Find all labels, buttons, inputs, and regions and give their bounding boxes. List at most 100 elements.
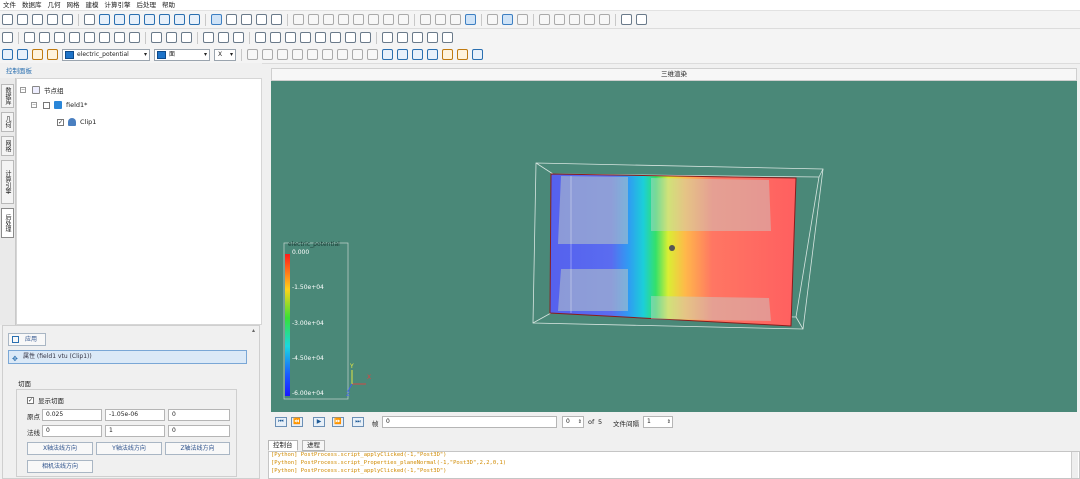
cylinder-icon[interactable] — [39, 32, 50, 43]
menu-help[interactable]: 帮助 — [159, 0, 178, 10]
pick-point-icon[interactable] — [226, 14, 237, 25]
scroll-up-icon[interactable]: ▴ — [252, 327, 259, 335]
sweep-icon[interactable] — [345, 32, 356, 43]
new-part-icon[interactable] — [2, 32, 13, 43]
display-points-icon[interactable] — [420, 14, 431, 25]
fillet-icon[interactable] — [151, 32, 162, 43]
mesh-element-icon[interactable] — [368, 14, 379, 25]
move-icon[interactable] — [270, 32, 281, 43]
calculator-icon[interactable] — [367, 49, 378, 60]
frame-field[interactable]: 0 — [382, 416, 557, 428]
vtab-solver[interactable]: 计算引擎 — [1, 160, 14, 204]
undo-icon[interactable] — [621, 14, 632, 25]
redo-icon[interactable] — [636, 14, 647, 25]
iso-surface-icon[interactable] — [352, 49, 363, 60]
cone-icon[interactable] — [54, 32, 65, 43]
box-select-body-icon[interactable] — [338, 14, 349, 25]
normal-z-field[interactable]: 0 — [168, 425, 230, 437]
rotate-icon[interactable] — [285, 32, 296, 43]
sketch-icon[interactable] — [412, 32, 423, 43]
color-map-icon[interactable] — [32, 49, 43, 60]
camera-normal-button[interactable]: 相机法线方向 — [27, 460, 93, 473]
normal-x-field[interactable]: 0 — [42, 425, 102, 437]
vtab-geometry[interactable]: 几何 — [1, 112, 14, 132]
vtab-mesh[interactable]: 网格 — [1, 136, 14, 156]
show-plane-checkbox[interactable]: ✓ — [27, 396, 34, 404]
menu-file[interactable]: 文件 — [0, 0, 19, 10]
script-icon[interactable] — [84, 14, 95, 25]
collapse-icon[interactable]: − — [20, 87, 26, 93]
display-mode-select[interactable]: 面 ▾ — [154, 48, 210, 61]
save-view-icon[interactable] — [17, 49, 28, 60]
cube-view-icon[interactable] — [539, 14, 550, 25]
first-frame-button[interactable]: ⏮ — [275, 417, 287, 427]
menu-solver[interactable]: 计算引擎 — [102, 0, 134, 10]
prev-frame-button[interactable]: ⏪ — [291, 417, 303, 427]
measure-icon[interactable] — [427, 32, 438, 43]
current-frame-spin[interactable]: 0 ⇕ — [562, 416, 584, 428]
split-icon[interactable] — [397, 32, 408, 43]
x-normal-button[interactable]: X轴法线方向 — [27, 442, 93, 455]
clip1-checkbox[interactable]: ✓ — [57, 118, 64, 126]
menu-mesh[interactable]: 网格 — [64, 0, 83, 10]
menu-geometry[interactable]: 几何 — [45, 0, 64, 10]
next-frame-button[interactable]: ⏩ — [332, 417, 344, 427]
display-surface-edges-icon[interactable] — [465, 14, 476, 25]
rectangle-icon[interactable] — [129, 32, 140, 43]
y-normal-button[interactable]: Y轴法线方向 — [96, 442, 162, 455]
mesh-face-icon[interactable] — [383, 14, 394, 25]
filter-select-icon[interactable] — [211, 14, 222, 25]
boolean-union-icon[interactable] — [203, 32, 214, 43]
probe-icon[interactable] — [247, 49, 258, 60]
axis-iso-icon[interactable] — [189, 14, 200, 25]
apply-button[interactable]: 应用 — [8, 333, 46, 346]
mesh-node-icon[interactable] — [353, 14, 364, 25]
display-surface-icon[interactable] — [450, 14, 461, 25]
view-top-icon[interactable] — [517, 14, 528, 25]
collapse-icon[interactable]: − — [31, 102, 37, 108]
box-icon[interactable] — [24, 32, 35, 43]
revolve-icon[interactable] — [330, 32, 341, 43]
tab-process[interactable]: 进程 — [302, 440, 325, 451]
clipboard-icon[interactable] — [599, 14, 610, 25]
z-normal-button[interactable]: Z轴法线方向 — [165, 442, 230, 455]
cube-wire-icon[interactable] — [554, 14, 565, 25]
boolean-common-icon[interactable] — [233, 32, 244, 43]
animation-icon[interactable] — [427, 49, 438, 60]
axis-select[interactable]: X ▾ — [214, 48, 236, 61]
mirror-icon[interactable] — [255, 32, 266, 43]
slice-icon[interactable] — [262, 49, 273, 60]
normal-y-field[interactable]: 1 — [105, 425, 165, 437]
vtab-postprocess[interactable]: 后处理 — [1, 208, 14, 238]
menu-database[interactable]: 数据库 — [19, 0, 45, 10]
origin-z-field[interactable]: 0 — [168, 409, 230, 421]
export-icon[interactable] — [62, 14, 73, 25]
box-select-point-icon[interactable] — [293, 14, 304, 25]
render-image-icon[interactable] — [2, 49, 13, 60]
axis-yz-icon[interactable] — [129, 14, 140, 25]
filter-funnel-icon[interactable] — [472, 49, 483, 60]
pick-body-icon[interactable] — [271, 14, 282, 25]
view-back-icon[interactable] — [502, 14, 513, 25]
field-select[interactable]: electric_potential ▾ — [62, 48, 150, 61]
clip-icon[interactable] — [277, 49, 288, 60]
tree-node-group[interactable]: − 节点组 — [20, 84, 64, 96]
menu-modeling[interactable]: 建模 — [83, 0, 102, 10]
spin-arrows-icon[interactable]: ⇕ — [667, 417, 671, 427]
tab-console[interactable]: 控制台 — [268, 440, 298, 451]
tree-field1[interactable]: − field1* — [31, 99, 87, 111]
display-wireframe-icon[interactable] — [435, 14, 446, 25]
box-select-face-icon[interactable] — [323, 14, 334, 25]
ruler-icon[interactable] — [442, 32, 453, 43]
interval-spin[interactable]: 1 ⇕ — [643, 416, 673, 428]
axis-zx-icon[interactable] — [159, 14, 170, 25]
axis-xz-icon[interactable] — [114, 14, 125, 25]
matrix-icon[interactable] — [300, 32, 311, 43]
fit-view-icon[interactable] — [584, 14, 595, 25]
sphere-icon[interactable] — [569, 14, 580, 25]
help-icon[interactable] — [457, 49, 468, 60]
console-scrollbar[interactable] — [1071, 452, 1078, 478]
datum-plane-icon[interactable] — [382, 32, 393, 43]
contour-icon[interactable] — [292, 49, 303, 60]
import-icon[interactable] — [47, 14, 58, 25]
